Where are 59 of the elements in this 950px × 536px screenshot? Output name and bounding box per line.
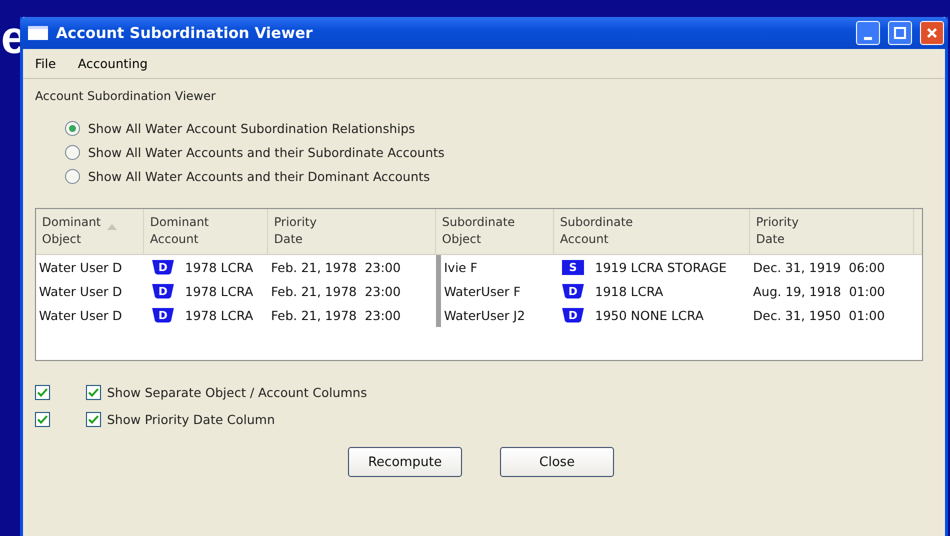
- radio-button[interactable]: [65, 169, 80, 184]
- shield-badge: D: [152, 284, 174, 298]
- square-badge: S: [562, 260, 584, 274]
- table-cell-text: 1919 LCRA STORAGE: [594, 260, 727, 274]
- checkbox-label[interactable]: Show Separate Object / Account Columns: [107, 385, 367, 400]
- table-cell-text: Water User D: [38, 260, 124, 274]
- radio-button[interactable]: [65, 145, 80, 160]
- checkbox[interactable]: [35, 385, 50, 400]
- section-label: Account Subordination Viewer: [35, 89, 217, 103]
- shield-badge: D: [152, 308, 174, 322]
- maximize-button[interactable]: [888, 21, 912, 45]
- table-cell: WaterUser F: [436, 279, 554, 303]
- table-cell-text: Water User D: [38, 308, 124, 322]
- checkmark-icon: [37, 414, 48, 425]
- table-cell-text: 1978 LCRA: [184, 308, 254, 322]
- shield-badge: D: [562, 308, 584, 322]
- column-header[interactable]: Subordinate Object: [436, 209, 554, 254]
- table-cell-text: 1978 LCRA: [184, 260, 254, 274]
- minimize-icon: [864, 36, 872, 40]
- checkbox[interactable]: [86, 412, 101, 427]
- checkmark-icon: [37, 387, 48, 398]
- column-header[interactable]: Priority Date: [750, 209, 914, 254]
- table-cell-text: Feb. 21, 1978 23:00: [270, 308, 402, 322]
- window-icon: [28, 26, 48, 40]
- recompute-button[interactable]: Recompute: [348, 447, 462, 477]
- menu-item[interactable]: Accounting: [78, 56, 148, 71]
- table-cell-text: Aug. 19, 1918 01:00: [752, 284, 886, 298]
- table-cell: Ivie F: [436, 255, 554, 279]
- minimize-button[interactable]: [856, 21, 880, 45]
- checkbox[interactable]: [86, 385, 101, 400]
- table-cell-text: Dec. 31, 1919 06:00: [752, 260, 886, 274]
- window-title: Account Subordination Viewer: [56, 24, 314, 42]
- column-header[interactable]: Dominant Object: [36, 209, 144, 254]
- table-cell-text: Dec. 31, 1950 01:00: [752, 308, 886, 322]
- column-header[interactable]: Subordinate Account: [554, 209, 750, 254]
- radio-label[interactable]: Show All Water Accounts and their Dominant Accounts: [88, 169, 430, 184]
- column-header[interactable]: Priority Date: [268, 209, 436, 254]
- menu-item[interactable]: File: [35, 56, 56, 71]
- table-cell-text: Feb. 21, 1978 23:00: [270, 284, 402, 298]
- checkbox[interactable]: [35, 412, 50, 427]
- radio-label[interactable]: Show All Water Account Subordination Relationships: [88, 121, 416, 136]
- radio-label[interactable]: Show All Water Accounts and their Subordinate Accounts: [88, 145, 445, 160]
- checkmark-icon: [88, 387, 99, 398]
- table-cell-text: Feb. 21, 1978 23:00: [270, 260, 402, 274]
- table-cell-text: Water User D: [38, 284, 124, 298]
- shield-badge: D: [562, 284, 584, 298]
- column-header[interactable]: Dominant Account: [144, 209, 268, 254]
- checkmark-icon: [88, 414, 99, 425]
- table-cell-text: 1918 LCRA: [594, 284, 664, 298]
- table-cell-text: 1978 LCRA: [184, 284, 254, 298]
- checkbox-label[interactable]: Show Priority Date Column: [107, 412, 275, 427]
- close-dialog-button[interactable]: Close: [500, 447, 614, 477]
- radio-button[interactable]: [65, 121, 80, 136]
- maximize-icon: [894, 27, 906, 39]
- shield-badge: D: [152, 260, 174, 274]
- close-button[interactable]: [920, 21, 944, 45]
- close-icon: [926, 27, 938, 39]
- table-cell: WaterUser J2: [436, 303, 554, 327]
- table-cell-text: 1950 NONE LCRA: [594, 308, 704, 322]
